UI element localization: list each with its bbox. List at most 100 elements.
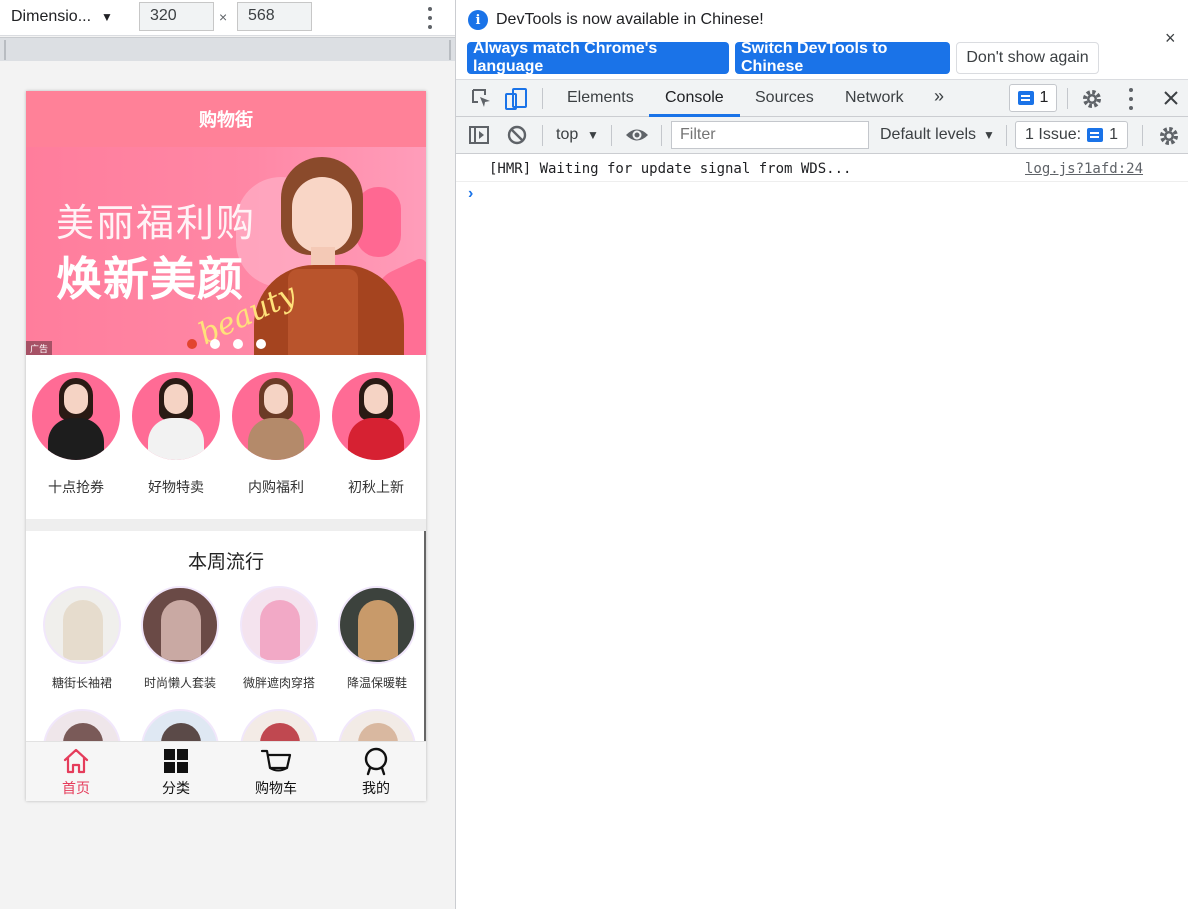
banner-model-face	[292, 177, 352, 253]
category-item[interactable]: 内购福利	[226, 372, 326, 497]
filter-input[interactable]	[671, 121, 869, 149]
tab-home[interactable]: 首页	[26, 746, 126, 798]
issue-message-icon	[1087, 128, 1104, 142]
tab-label: 我的	[362, 780, 390, 796]
tab-profile[interactable]: 我的	[326, 746, 426, 798]
tab-console[interactable]: Console	[665, 89, 724, 107]
phone-viewport: 购物街 美丽福利购 焕新美颜 beauty 广告 十点抢券 好物特卖 内购福利 …	[26, 91, 426, 801]
times-separator: ×	[219, 9, 228, 25]
trend-item[interactable]: 降温保暖鞋	[328, 586, 426, 691]
toolbar-separator	[542, 88, 543, 109]
carousel-dot[interactable]	[256, 339, 266, 349]
message-icon	[1017, 91, 1034, 105]
cart-icon	[260, 749, 292, 772]
settings-gear-icon[interactable]	[1080, 87, 1104, 111]
banner-model-top	[288, 269, 358, 355]
category-image	[32, 372, 120, 460]
more-options-icon[interactable]	[426, 7, 434, 29]
log-message: [HMR] Waiting for update signal from WDS…	[489, 161, 852, 177]
language-infobar: i DevTools is now available in Chinese! …	[456, 0, 1188, 80]
carousel-dots	[187, 339, 266, 349]
toolbar-separator	[1006, 125, 1007, 146]
grid-icon	[164, 749, 188, 773]
messages-badge[interactable]: 1	[1009, 84, 1057, 112]
category-label: 内购福利	[248, 479, 304, 495]
category-label: 好物特卖	[148, 479, 204, 495]
carousel-dot[interactable]	[233, 339, 243, 349]
issues-count: 1	[1109, 126, 1118, 143]
trend-image	[43, 586, 121, 664]
user-icon	[364, 747, 388, 776]
context-label: top	[556, 126, 579, 143]
console-log-entry: [HMR] Waiting for update signal from WDS…	[456, 155, 1188, 182]
width-input[interactable]: 320	[139, 2, 214, 31]
banner-carousel[interactable]: 美丽福利购 焕新美颜 beauty 广告	[26, 147, 426, 355]
tab-elements[interactable]: Elements	[567, 89, 634, 107]
tab-label: 首页	[62, 780, 90, 796]
banner-subheadline: 焕新美颜	[56, 252, 244, 306]
ad-tag: 广告	[26, 341, 52, 355]
category-label: 十点抢券	[48, 479, 104, 495]
toolbar-separator	[611, 125, 612, 146]
customize-menu-icon[interactable]	[1127, 88, 1135, 110]
close-icon[interactable]: ×	[1165, 28, 1176, 49]
issues-button[interactable]: 1 Issue: 1	[1015, 121, 1128, 149]
messages-count: 1	[1039, 89, 1049, 106]
category-item[interactable]: 十点抢券	[26, 372, 126, 497]
tab-network[interactable]: Network	[845, 89, 904, 107]
toolbar-separator	[1142, 125, 1143, 146]
nav-bar-title: 购物街	[26, 91, 426, 147]
toolbar-separator	[1067, 88, 1068, 109]
media-query-ruler[interactable]	[0, 37, 455, 61]
close-devtools-icon[interactable]	[1162, 89, 1180, 107]
category-image	[132, 372, 220, 460]
sidebar-toggle-icon[interactable]	[468, 124, 490, 146]
device-toggle-icon[interactable]	[504, 87, 528, 111]
log-source-link[interactable]: log.js?1afd:24	[1025, 161, 1143, 177]
dropdown-arrow-icon: ▼	[101, 10, 113, 24]
trend-item[interactable]: 时尚懒人套装	[131, 586, 229, 691]
context-dropdown-icon: ▼	[587, 128, 599, 142]
carousel-dot-active[interactable]	[187, 339, 197, 349]
tab-sources[interactable]: Sources	[755, 89, 814, 107]
tab-cart[interactable]: 购物车	[226, 746, 326, 798]
category-item[interactable]: 好物特卖	[126, 372, 226, 497]
category-item[interactable]: 初秋上新	[326, 372, 426, 497]
toolbar-separator	[542, 125, 543, 146]
eye-icon[interactable]	[624, 125, 650, 145]
category-label: 初秋上新	[348, 479, 404, 495]
home-icon	[63, 748, 89, 774]
info-icon: i	[468, 10, 488, 30]
bottom-tab-bar: 首页 分类 购物车 我的	[26, 741, 426, 801]
tab-label: 购物车	[255, 780, 297, 796]
dimensions-dropdown[interactable]: Dimensio... ▼	[11, 8, 113, 26]
trend-label: 降温保暖鞋	[346, 676, 407, 690]
clear-console-icon[interactable]	[506, 124, 528, 146]
ruler-tick	[4, 40, 6, 60]
category-image	[332, 372, 420, 460]
dont-show-again-button[interactable]: Don't show again	[956, 42, 1099, 74]
issues-label: 1 Issue:	[1025, 126, 1082, 143]
device-emulation-pane: Dimensio... ▼ 320 × 568 购物街 美丽福利购 焕新美颜 b…	[0, 0, 455, 909]
trend-item[interactable]: 微胖遮肉穿搭	[230, 586, 328, 691]
height-input[interactable]: 568	[237, 2, 312, 31]
trend-label: 微胖遮肉穿搭	[242, 676, 315, 690]
tab-category[interactable]: 分类	[126, 746, 226, 798]
recommend-categories: 十点抢券 好物特卖 内购福利 初秋上新	[26, 355, 426, 519]
device-toolbar: Dimensio... ▼ 320 × 568	[0, 0, 455, 36]
console-prompt-icon[interactable]: ›	[468, 185, 473, 203]
switch-to-chinese-button[interactable]: Switch DevTools to Chinese	[735, 40, 950, 75]
console-output[interactable]: [HMR] Waiting for update signal from WDS…	[456, 155, 1188, 909]
more-tabs-icon[interactable]: »	[934, 86, 944, 107]
inspect-element-icon[interactable]	[470, 87, 492, 109]
trend-label: 糖街长袖裙	[51, 676, 112, 690]
category-image	[232, 372, 320, 460]
dimensions-label: Dimensio...	[11, 8, 92, 25]
console-settings-gear-icon[interactable]	[1157, 124, 1181, 148]
log-levels-label: Default levels	[880, 126, 977, 143]
always-match-language-button[interactable]: Always match Chrome's language	[467, 40, 729, 75]
trend-item[interactable]: 糖街长袖裙	[33, 586, 131, 691]
weekly-trending-title: 本周流行	[187, 552, 264, 573]
carousel-dot[interactable]	[210, 339, 220, 349]
trend-image	[141, 586, 219, 664]
